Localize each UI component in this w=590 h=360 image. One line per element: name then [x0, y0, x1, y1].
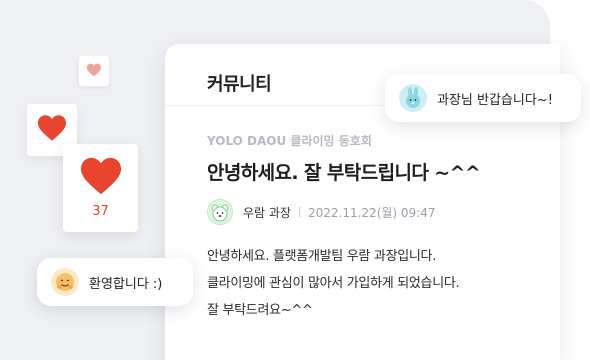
post-body: 안녕하세요. 플랫폼개발팀 우람 과장입니다. 클라이밍에 관심이 많아서 가입… [207, 243, 560, 324]
meta-divider [298, 207, 300, 217]
heart-icon [36, 114, 68, 146]
post-body-line: 잘 부탁드려요~^^ [207, 303, 313, 318]
author-name[interactable]: 우람 과장 [243, 204, 291, 221]
post-title[interactable]: 안녕하세요. 잘 부탁드립니다 ~^^ [207, 158, 560, 185]
bear-avatar-icon [211, 204, 229, 222]
post-body-line: 클라이밍에 관심이 많아서 가입하게 되었습니다. [207, 276, 460, 291]
heart-icon [86, 62, 102, 81]
comment-text: 과장님 반갑습니다~! [437, 92, 553, 108]
comment-text: 환영합니다 :) [89, 276, 163, 292]
post-body-line: 안녕하세요. 플랫폼개발팀 우람 과장입니다. [207, 249, 437, 264]
community-name[interactable]: YOLO DAOU 클라이밍 동호회 [207, 132, 560, 149]
post-meta: 우람 과장 2022.11.22(월) 09:47 [207, 197, 560, 227]
post-date: 2022.11.22(월) 09:47 [307, 205, 436, 220]
heart-icon [78, 156, 124, 200]
rabbit-avatar-icon [406, 87, 420, 108]
comment-bubble-right: 과장님 반갑습니다~! [385, 74, 581, 122]
post: YOLO DAOU 클라이밍 동호회 안녕하세요. 잘 부탁드립니다 ~^^ 우… [165, 106, 560, 324]
avatar[interactable] [207, 199, 233, 225]
smiling-face-icon [56, 273, 74, 291]
avatar [51, 268, 79, 296]
small-heart-card [79, 56, 109, 86]
comment-bubble-left: 환영합니다 :) [37, 258, 193, 306]
avatar [399, 84, 427, 112]
like-card[interactable]: 37 [63, 144, 138, 232]
like-count: 37 [92, 204, 109, 219]
